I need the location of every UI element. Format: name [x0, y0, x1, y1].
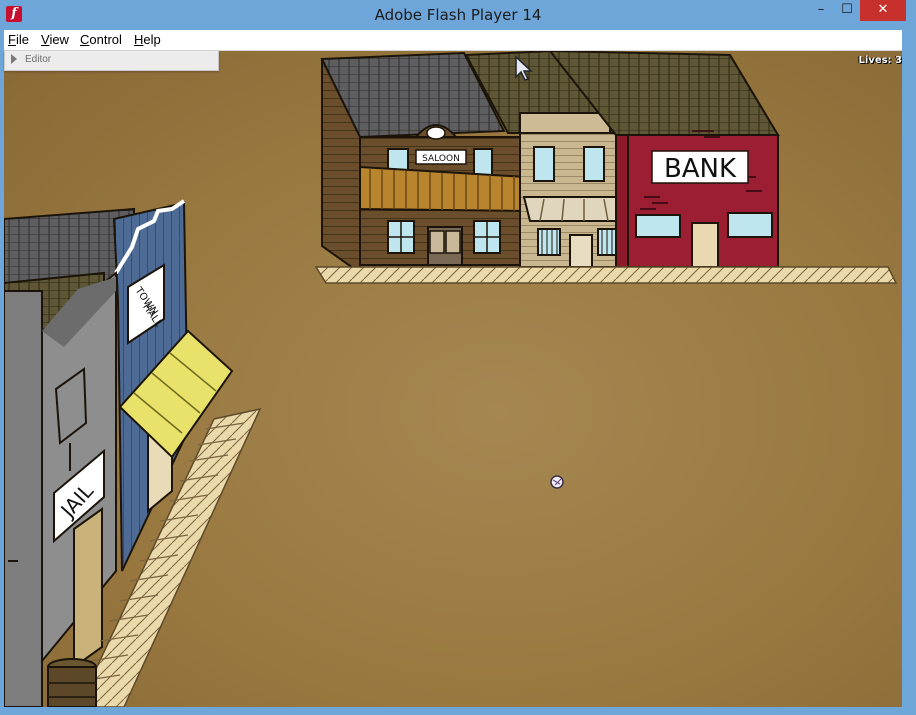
menu-help[interactable]: Help: [134, 32, 161, 47]
title-bar[interactable]: f Adobe Flash Player 14 – ☐ ✕: [0, 0, 916, 30]
minimize-button[interactable]: –: [808, 0, 834, 21]
menu-file[interactable]: File: [8, 32, 29, 47]
game-stage[interactable]: SALOON BANK TOWN HALL JAIL: [4, 51, 902, 707]
top-boardwalk: [314, 266, 898, 284]
menu-bar: File View Control Help: [4, 30, 902, 51]
menu-control[interactable]: Control: [80, 32, 122, 47]
menu-view[interactable]: View: [41, 32, 69, 47]
window-title: Adobe Flash Player 14: [374, 6, 542, 24]
app-window: f Adobe Flash Player 14 – ☐ ✕ File View …: [0, 0, 916, 715]
barrel[interactable]: [47, 658, 97, 707]
bank-sign: BANK: [664, 154, 737, 184]
saloon-sign: SALOON: [422, 154, 460, 164]
editor-panel[interactable]: Editor: [4, 51, 219, 71]
player-sprite[interactable]: [550, 475, 564, 489]
game-scene[interactable]: SALOON BANK TOWN HALL JAIL: [4, 51, 902, 707]
close-button[interactable]: ✕: [860, 0, 906, 21]
maximize-button[interactable]: ☐: [834, 0, 860, 21]
expand-arrow-icon[interactable]: [11, 54, 17, 64]
editor-label: Editor: [25, 54, 52, 65]
lives-counter: Lives: 3: [858, 55, 903, 66]
